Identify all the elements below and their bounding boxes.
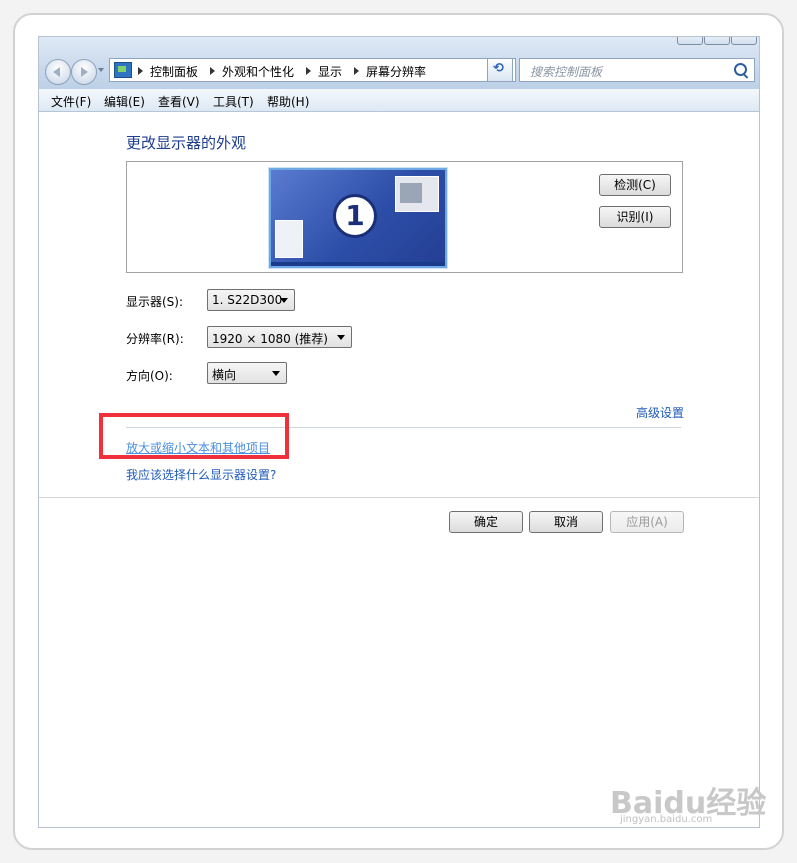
baidu-watermark: Baidu经验 jingyan.baidu.com — [610, 778, 766, 830]
watermark-subtext: jingyan.baidu.com — [620, 814, 713, 825]
chevron-down-icon — [337, 335, 345, 340]
identify-button[interactable]: 识别(I) — [599, 206, 671, 228]
menu-edit[interactable]: 编辑(E) — [104, 93, 145, 110]
breadcrumb-separator-icon[interactable] — [210, 67, 215, 75]
ok-button[interactable]: 确定 — [449, 511, 523, 533]
page-title: 更改显示器的外观 — [126, 134, 247, 152]
monitor-taskbar — [271, 262, 445, 266]
apply-button[interactable]: 应用(A) — [610, 511, 684, 533]
recent-pages-dropdown[interactable] — [98, 68, 104, 72]
menu-help[interactable]: 帮助(H) — [267, 93, 309, 110]
chevron-down-icon — [280, 298, 288, 303]
menu-bar: 文件(F) 编辑(E) 查看(V) 工具(T) 帮助(H) — [39, 89, 759, 112]
resolution-select-value: 1920 × 1080 (推荐) — [212, 332, 328, 346]
back-button[interactable] — [45, 59, 71, 85]
advanced-settings-link[interactable]: 高级设置 — [636, 404, 684, 421]
search-input[interactable]: 搜索控制面板 — [519, 58, 755, 82]
search-icon[interactable] — [734, 63, 747, 76]
orientation-select[interactable]: 横向 — [207, 362, 287, 384]
search-placeholder: 搜索控制面板 — [530, 65, 603, 79]
display-select-value: 1. S22D300 — [212, 293, 283, 307]
detect-button[interactable]: 检测(C) — [599, 174, 671, 196]
refresh-icon: ⟲ — [493, 61, 504, 76]
menu-file[interactable]: 文件(F) — [51, 93, 91, 110]
breadcrumb-control-panel[interactable]: 控制面板 — [150, 63, 198, 80]
orientation-label: 方向(O): — [126, 369, 173, 383]
orientation-select-value: 横向 — [212, 368, 237, 382]
which-settings-link[interactable]: 我应该选择什么显示器设置? — [126, 466, 276, 483]
annotation-highlight-box — [99, 413, 289, 459]
breadcrumb-separator-icon[interactable] — [138, 67, 143, 75]
breadcrumb-separator-icon[interactable] — [306, 67, 311, 75]
refresh-button[interactable]: ⟲ — [487, 58, 513, 82]
menu-tools[interactable]: 工具(T) — [213, 93, 254, 110]
window-caption-buttons — [677, 37, 757, 45]
title-bar: 控制面板 外观和个性化 显示 屏幕分辨率 ⟲ 搜索控制面板 — [39, 37, 759, 89]
breadcrumb-appearance[interactable]: 外观和个性化 — [222, 63, 294, 80]
menu-view[interactable]: 查看(V) — [158, 93, 200, 110]
footer-divider — [39, 497, 759, 498]
cancel-button[interactable]: 取消 — [529, 511, 603, 533]
monitor-preview-area: 1 检测(C) 识别(I) — [126, 161, 683, 273]
breadcrumb-display[interactable]: 显示 — [318, 63, 342, 80]
monitor-1-thumbnail[interactable]: 1 — [269, 168, 447, 268]
maximize-button[interactable] — [704, 37, 730, 45]
breadcrumb-screen-resolution[interactable]: 屏幕分辨率 — [366, 63, 426, 80]
address-bar[interactable]: 控制面板 外观和个性化 显示 屏幕分辨率 — [109, 58, 516, 82]
minimize-button[interactable] — [677, 37, 703, 45]
desktop-window-icon — [395, 176, 439, 212]
desktop-window-icon — [275, 220, 303, 258]
chevron-down-icon — [272, 371, 280, 376]
breadcrumb-separator-icon[interactable] — [354, 67, 359, 75]
display-select[interactable]: 1. S22D300 — [207, 289, 295, 311]
resolution-select[interactable]: 1920 × 1080 (推荐) — [207, 326, 352, 348]
close-button[interactable] — [731, 37, 757, 45]
monitor-number-badge: 1 — [333, 194, 377, 238]
forward-button[interactable] — [71, 59, 97, 85]
resolution-label: 分辨率(R): — [126, 332, 184, 346]
control-panel-window: 控制面板 外观和个性化 显示 屏幕分辨率 ⟲ 搜索控制面板 文件(F) 编辑(E… — [38, 36, 760, 828]
control-panel-icon — [114, 62, 132, 78]
display-label: 显示器(S): — [126, 295, 184, 309]
